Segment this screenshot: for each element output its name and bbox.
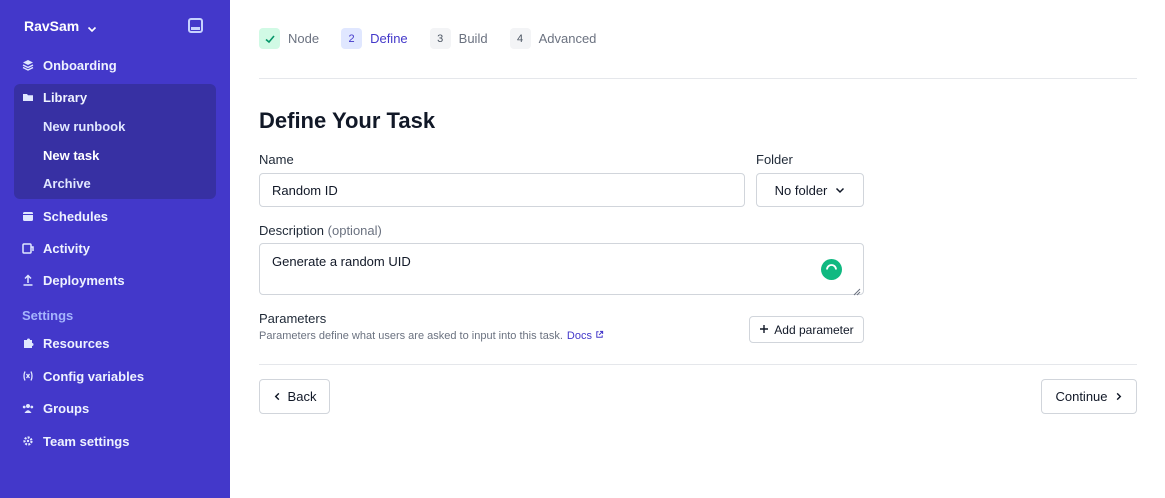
optional-hint: (optional) xyxy=(327,223,382,238)
workspace-switcher[interactable]: RavSam xyxy=(24,16,97,36)
folder-icon xyxy=(22,91,34,103)
sidebar-item-resources[interactable]: Resources xyxy=(22,333,109,353)
chevron-down-icon xyxy=(87,21,97,33)
sidebar-item-onboarding[interactable]: Onboarding xyxy=(22,55,117,75)
sidebar-item-activity[interactable]: Activity xyxy=(22,238,90,258)
users-icon xyxy=(22,402,34,414)
step-advanced[interactable]: 4 Advanced xyxy=(509,28,597,49)
sidebar-item-label: Resources xyxy=(43,335,110,351)
continue-label: Continue xyxy=(1055,389,1108,404)
sidebar-item-label: Team settings xyxy=(43,433,130,449)
back-label: Back xyxy=(287,389,317,404)
stepper: Node 2 Define 3 Build 4 Advanced xyxy=(259,28,618,49)
sidebar-item-label: Schedules xyxy=(43,208,109,224)
sidebar-item-label: Library xyxy=(43,89,88,105)
step-label: Define xyxy=(370,31,408,46)
step-label: Node xyxy=(288,31,320,46)
add-parameter-button[interactable]: Add parameter xyxy=(749,316,864,343)
stack-icon xyxy=(22,59,34,71)
gear-icon xyxy=(22,435,34,447)
sidebar-subitem-archive[interactable]: Archive xyxy=(43,174,91,192)
step-number: 4 xyxy=(509,28,531,49)
activity-icon xyxy=(22,242,34,254)
continue-button[interactable]: Continue xyxy=(1041,379,1137,414)
folder-value: No folder xyxy=(774,182,828,198)
sidebar-toggle-icon[interactable] xyxy=(188,18,203,33)
sidebar-item-label: Deployments xyxy=(43,272,125,288)
sidebar-item-label: Activity xyxy=(43,240,90,256)
sidebar-item-library[interactable]: Library xyxy=(22,87,87,107)
top-divider xyxy=(259,78,1137,79)
name-label: Name xyxy=(259,152,294,167)
parameters-title: Parameters xyxy=(259,311,327,326)
step-label: Build xyxy=(458,31,488,46)
step-build[interactable]: 3 Build xyxy=(429,28,488,49)
name-value: Random ID xyxy=(272,182,338,198)
bottom-divider xyxy=(259,364,1137,365)
resize-handle-icon[interactable] xyxy=(853,284,861,296)
description-label: Description (optional) xyxy=(259,223,382,238)
docs-link[interactable]: Docs xyxy=(567,330,604,342)
step-number: 3 xyxy=(429,28,451,49)
workspace-name: RavSam xyxy=(24,18,80,34)
settings-section-label: Settings xyxy=(22,308,74,323)
chevron-left-icon xyxy=(273,389,282,404)
sidebar-item-label: Config variables xyxy=(43,368,145,384)
loading-spinner-icon xyxy=(821,259,842,280)
description-value: Generate a random UID xyxy=(272,254,411,269)
chevron-right-icon xyxy=(1114,389,1123,404)
description-label-text: Description xyxy=(259,223,325,238)
variable-icon xyxy=(22,370,34,382)
calendar-icon xyxy=(22,210,34,222)
description-field[interactable]: Generate a random UID xyxy=(259,243,864,296)
chevron-down-icon xyxy=(835,183,845,198)
external-link-icon xyxy=(595,330,604,342)
step-node[interactable]: Node xyxy=(259,28,319,49)
folder-label: Folder xyxy=(756,152,793,167)
sidebar-item-groups[interactable]: Groups xyxy=(22,398,89,418)
plus-icon xyxy=(759,323,769,337)
check-icon xyxy=(259,28,280,49)
sidebar-subitem-new-runbook[interactable]: New runbook xyxy=(43,117,125,135)
name-field[interactable]: Random ID xyxy=(259,173,745,207)
step-label: Advanced xyxy=(538,31,597,46)
sidebar-item-schedules[interactable]: Schedules xyxy=(22,206,108,226)
docs-link-label: Docs xyxy=(566,330,592,342)
add-parameter-label: Add parameter xyxy=(774,322,854,337)
sidebar-subitem-new-task[interactable]: New task xyxy=(43,146,99,164)
back-button[interactable]: Back xyxy=(259,379,330,414)
sidebar-item-team-settings[interactable]: Team settings xyxy=(22,431,129,451)
upload-icon xyxy=(22,274,34,286)
sidebar-item-config-variables[interactable]: Config variables xyxy=(22,366,144,386)
page-title: Define Your Task xyxy=(259,108,436,133)
sidebar-item-deployments[interactable]: Deployments xyxy=(22,270,125,290)
sidebar-item-label: Groups xyxy=(43,400,90,416)
folder-select[interactable]: No folder xyxy=(756,173,864,207)
puzzle-icon xyxy=(22,337,34,349)
step-define[interactable]: 2 Define xyxy=(341,28,408,49)
sidebar-item-label: Onboarding xyxy=(43,57,117,73)
parameters-help: Parameters define what users are asked t… xyxy=(259,330,604,342)
parameters-help-text: Parameters define what users are asked t… xyxy=(259,330,563,342)
step-number: 2 xyxy=(341,28,363,49)
sidebar: RavSam Onboarding Library New runbook Ne… xyxy=(0,0,230,498)
